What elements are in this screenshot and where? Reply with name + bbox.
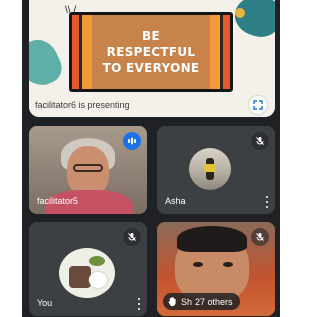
avatar xyxy=(189,148,231,190)
raise-hand-icon xyxy=(168,297,176,307)
avatar-image xyxy=(89,256,105,266)
participant-tile[interactable]: Asha xyxy=(157,126,275,214)
mute-indicator xyxy=(123,228,141,246)
slide-title-line: RESPECTFUL xyxy=(106,45,196,59)
participant-name: You xyxy=(37,298,53,308)
speaking-indicator xyxy=(123,132,141,150)
video-feed xyxy=(223,262,233,267)
slide-title-line: TO EVERYONE xyxy=(102,61,200,75)
audio-level-icon xyxy=(128,137,136,145)
more-vert-icon xyxy=(138,298,140,300)
overflow-participants-button[interactable]: Sh 27 others xyxy=(163,293,240,310)
video-feed xyxy=(193,262,203,267)
slide-title-line: BE xyxy=(142,29,160,43)
slide-decoration xyxy=(229,0,275,43)
video-feed xyxy=(73,164,103,172)
mute-indicator xyxy=(251,132,269,150)
mic-off-icon xyxy=(256,137,264,145)
more-options-button[interactable] xyxy=(264,196,270,208)
participant-name: Sh xyxy=(181,296,193,307)
more-vert-icon xyxy=(266,201,268,203)
avatar-image xyxy=(89,272,107,288)
participant-tile[interactable]: You xyxy=(29,222,147,316)
slide-text-block: BE RESPECTFUL TO EVERYONE xyxy=(92,15,210,89)
avatar-image xyxy=(69,266,91,288)
participant-tile[interactable]: facilitator5 xyxy=(29,126,147,214)
more-vert-icon xyxy=(266,206,268,208)
slide-board: BE RESPECTFUL TO EVERYONE xyxy=(69,12,233,92)
more-vert-icon xyxy=(138,303,140,305)
more-vert-icon xyxy=(266,196,268,198)
more-options-button[interactable] xyxy=(136,298,142,310)
presentation-tile[interactable]: \\ / BE RESPECTFUL TO EVERYONE facilitat… xyxy=(29,0,275,117)
mic-off-icon xyxy=(128,233,136,241)
participant-name: Asha xyxy=(165,196,186,206)
participant-name: facilitator5 xyxy=(37,196,79,206)
slide-decoration xyxy=(29,33,67,93)
presenter-label: facilitator6 is presenting xyxy=(35,100,130,110)
mute-indicator xyxy=(251,228,269,246)
avatar-image xyxy=(204,164,216,172)
slide-stripe xyxy=(210,15,230,89)
meeting-screen: \\ / BE RESPECTFUL TO EVERYONE facilitat… xyxy=(22,0,280,317)
avatar xyxy=(59,248,115,298)
fullscreen-icon xyxy=(253,100,263,110)
participant-tile[interactable]: Sh 27 others xyxy=(157,222,275,316)
more-vert-icon xyxy=(138,308,140,310)
slide-stripe xyxy=(72,15,92,89)
slide-decoration xyxy=(235,8,245,18)
video-feed xyxy=(177,226,247,252)
fullscreen-button[interactable] xyxy=(249,96,267,114)
overflow-count: 27 others xyxy=(195,296,233,307)
mic-off-icon xyxy=(256,233,264,241)
